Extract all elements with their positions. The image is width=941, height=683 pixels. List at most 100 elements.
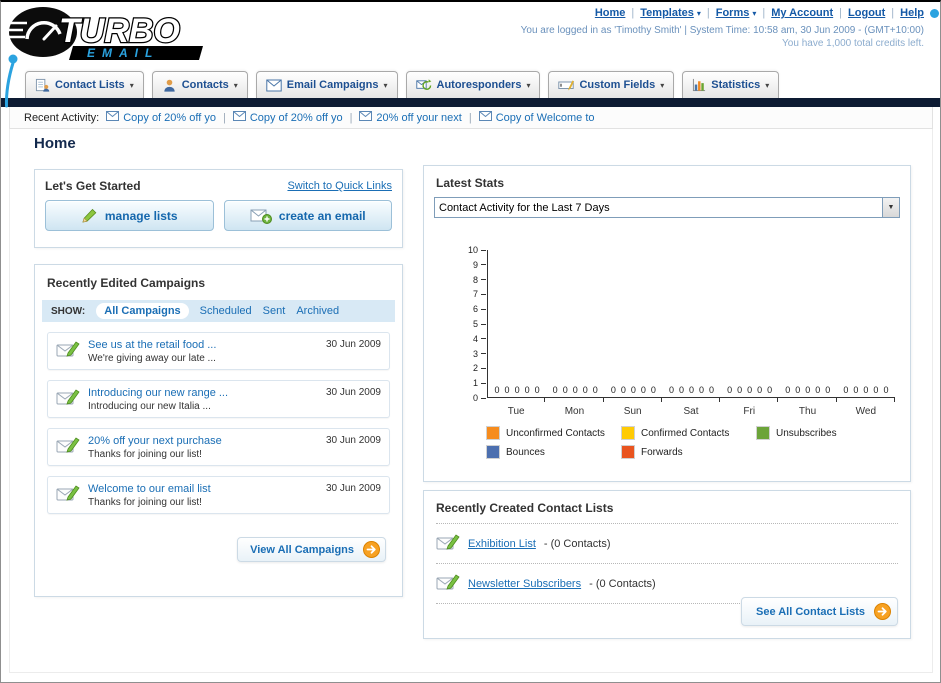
recent-campaigns-title: Recently Edited Campaigns: [47, 276, 206, 290]
bar-value-label: 0: [843, 385, 849, 395]
campaign-filters: All Campaigns Scheduled Sent Archived: [96, 303, 339, 319]
contact-list-item[interactable]: Exhibition List - (0 Contacts): [424, 524, 910, 563]
bar-value-label: 0: [592, 385, 598, 395]
recent-activity-link[interactable]: Copy of 20% off yo: [250, 112, 343, 124]
bar-group: 00000: [779, 386, 837, 397]
legend-label: Forwards: [641, 446, 683, 458]
chevron-down-icon: ▾: [696, 8, 701, 18]
top-link-help[interactable]: Help: [900, 7, 924, 19]
bar-group: 00000: [837, 386, 895, 397]
recent-activity-item[interactable]: Copy of 20% off yo: [106, 111, 216, 124]
recent-campaigns-panel: Recently Edited Campaigns SHOW: All Camp…: [34, 264, 403, 597]
create-email-button[interactable]: create an email: [223, 200, 392, 231]
campaign-filter-bar: SHOW: All Campaigns Scheduled Sent Archived: [42, 300, 395, 322]
contact-list-link[interactable]: Newsletter Subscribers: [468, 578, 581, 590]
tab-contacts[interactable]: Contacts ▾: [151, 71, 248, 98]
filter-all-campaigns[interactable]: All Campaigns: [96, 303, 189, 319]
campaign-title-link[interactable]: Introducing our new range ...: [88, 387, 318, 399]
chevron-down-icon: ▾: [526, 80, 531, 90]
top-link-forms[interactable]: Forms: [716, 7, 750, 19]
bar-value-label: 0: [582, 385, 588, 395]
y-axis-label: 3: [473, 349, 486, 359]
contact-lists-icon: [35, 78, 50, 93]
bar-value-label: 0: [668, 385, 674, 395]
tab-statistics[interactable]: Statistics ▾: [682, 71, 780, 98]
legend-swatch: [757, 427, 769, 439]
top-link-logout[interactable]: Logout: [848, 7, 885, 19]
campaign-item[interactable]: See us at the retail food ... We're givin…: [47, 332, 390, 370]
campaign-subtitle: Introducing our new Italia ...: [88, 400, 211, 412]
view-all-campaigns-button[interactable]: View All Campaigns: [237, 537, 386, 562]
bar-value-label: 0: [785, 385, 791, 395]
top-link-my-account[interactable]: My Account: [771, 7, 833, 19]
recent-activity-item[interactable]: Copy of Welcome to: [478, 111, 595, 124]
recent-activity-item[interactable]: 20% off your next: [359, 111, 462, 124]
email-campaigns-icon: [266, 79, 282, 92]
x-axis-label: Wed: [837, 398, 896, 417]
envelope-icon: [359, 111, 373, 124]
x-axis-label: Mon: [545, 398, 604, 417]
bar-value-label: 0: [873, 385, 879, 395]
separator: |: [222, 111, 226, 124]
latest-stats-title: Latest Stats: [436, 176, 505, 190]
recent-activity-link[interactable]: Copy of 20% off yo: [123, 112, 216, 124]
legend-label: Unsubscribes: [776, 427, 837, 439]
manage-lists-button[interactable]: manage lists: [45, 200, 214, 231]
bar-value-label: 0: [534, 385, 540, 395]
tab-label: Autoresponders: [436, 79, 522, 91]
pencil-icon: [81, 208, 98, 224]
login-status-text: You are logged in as 'Timothy Smith' | S…: [520, 25, 924, 36]
filter-archived[interactable]: Archived: [296, 305, 339, 317]
bar-value-label: 0: [504, 385, 510, 395]
tab-email-campaigns[interactable]: Email Campaigns ▾: [255, 71, 398, 98]
campaign-title-link[interactable]: See us at the retail food ...: [88, 339, 318, 351]
y-axis-label: 9: [473, 260, 486, 270]
bar-value-label: 0: [709, 385, 715, 395]
y-axis-label: 6: [473, 304, 486, 314]
top-link-templates[interactable]: Templates: [640, 7, 694, 19]
bar-value-label: 0: [630, 385, 636, 395]
bar-value-label: 0: [737, 385, 743, 395]
campaign-item[interactable]: Welcome to our email list Thanks for join…: [47, 476, 390, 514]
bar-value-label: 0: [863, 385, 869, 395]
tab-label: Email Campaigns: [286, 79, 379, 91]
bar-group: 00000: [488, 386, 546, 397]
chart-legend: Unconfirmed Contacts Confirmed Contacts Un…: [487, 427, 895, 458]
x-axis-label: Sun: [604, 398, 663, 417]
campaign-item[interactable]: 20% off your next purchase Thanks for joi…: [47, 428, 390, 466]
see-all-contact-lists-button[interactable]: See All Contact Lists: [740, 597, 898, 626]
contacts-icon: [162, 78, 177, 93]
get-started-title: Let's Get Started: [45, 179, 141, 193]
turbo-email-logo[interactable]: TURBO EMAIL: [7, 5, 247, 67]
email-marketer-app: TURBO EMAIL Home | Templates ▾ | Forms ▾ | My Ac…: [0, 0, 941, 683]
legend-item: Forwards: [622, 446, 757, 458]
recent-activity-link[interactable]: Copy of Welcome to: [496, 112, 595, 124]
bar-value-label: 0: [757, 385, 763, 395]
arrow-right-icon: [874, 603, 891, 620]
campaign-item[interactable]: Introducing our new range ... Introducing…: [47, 380, 390, 418]
campaign-title-link[interactable]: 20% off your next purchase: [88, 435, 318, 447]
custom-fields-icon: [558, 78, 575, 92]
recent-activity-item[interactable]: Copy of 20% off yo: [232, 111, 343, 124]
arrow-right-icon: [363, 541, 380, 558]
top-link-home[interactable]: Home: [595, 7, 626, 19]
switch-quick-links-link[interactable]: Switch to Quick Links: [287, 180, 392, 192]
tab-custom-fields[interactable]: Custom Fields ▾: [548, 71, 675, 98]
bar-value-label: 0: [825, 385, 831, 395]
stats-period-select[interactable]: Contact Activity for the Last 7 Days ▼: [434, 197, 900, 218]
contact-lists-panel: Recently Created Contact Lists Exhibitio…: [423, 490, 911, 639]
filter-scheduled[interactable]: Scheduled: [200, 305, 252, 317]
campaign-subtitle: Thanks for joining our list!: [88, 496, 202, 508]
y-axis-label: 8: [473, 275, 486, 285]
separator: |: [349, 111, 353, 124]
legend-label: Bounces: [506, 446, 545, 458]
compose-icon: [56, 339, 80, 364]
campaign-title-link[interactable]: Welcome to our email list: [88, 483, 318, 495]
tab-label: Statistics: [711, 79, 761, 91]
tab-contact-lists[interactable]: Contact Lists ▾: [25, 71, 144, 98]
contact-list-link[interactable]: Exhibition List: [468, 538, 536, 550]
tab-autoresponders[interactable]: Autoresponders ▾: [405, 71, 541, 98]
tab-label: Contacts: [181, 79, 229, 91]
filter-sent[interactable]: Sent: [263, 305, 286, 317]
recent-activity-link[interactable]: 20% off your next: [376, 112, 461, 124]
